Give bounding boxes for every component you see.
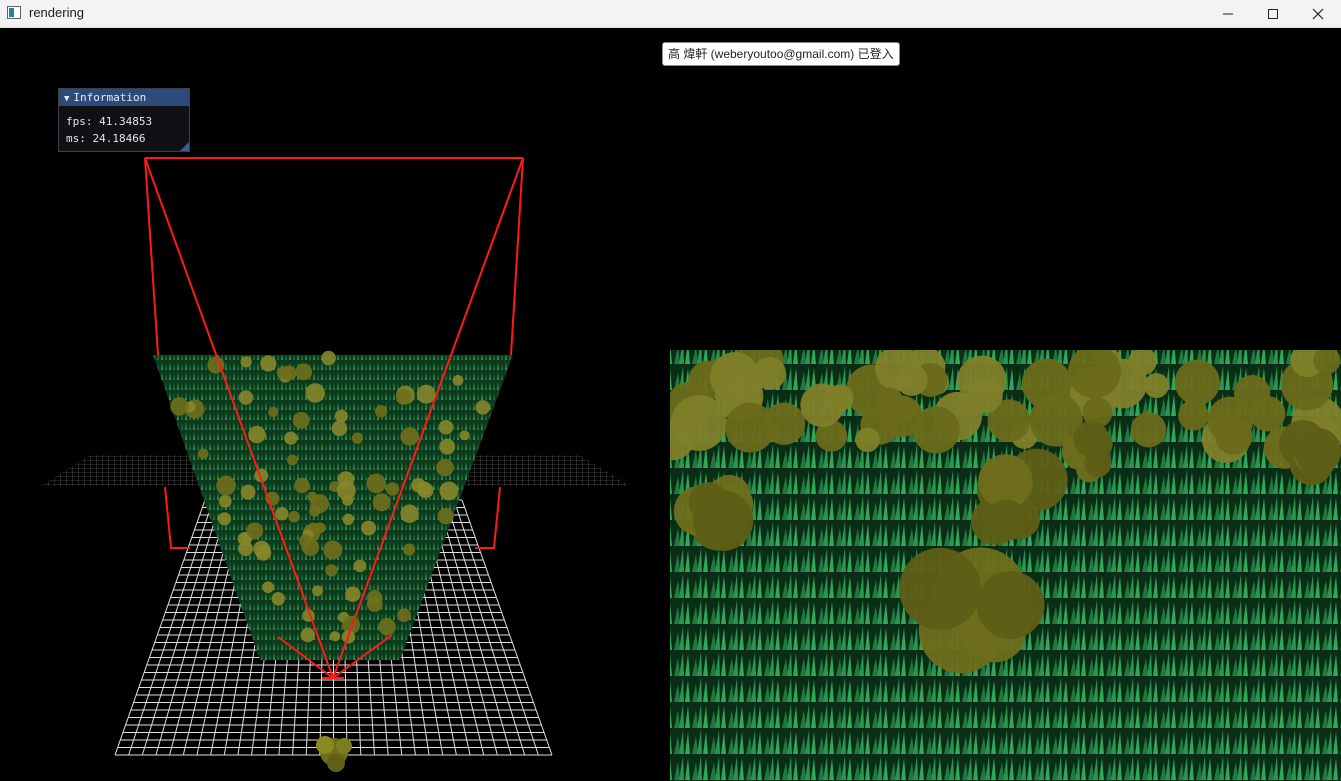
camera-view-render — [670, 350, 1341, 781]
bush-sprite — [316, 736, 352, 772]
ms-readout: ms: 24.18466 — [66, 132, 146, 145]
information-panel[interactable]: ▼ Information fps: 41.34853 ms: 24.18466 — [58, 88, 190, 152]
information-panel-header[interactable]: ▼ Information — [59, 89, 189, 106]
scene-render — [40, 157, 1341, 781]
information-panel-title: Information — [73, 91, 147, 104]
login-notification: 高 煒軒 (weberyoutoo@gmail.com) 已登入 — [662, 42, 900, 66]
collapse-triangle-icon[interactable]: ▼ — [64, 94, 69, 104]
fps-readout: fps: 41.34853 — [66, 115, 153, 128]
resize-grip-icon[interactable] — [180, 142, 189, 151]
